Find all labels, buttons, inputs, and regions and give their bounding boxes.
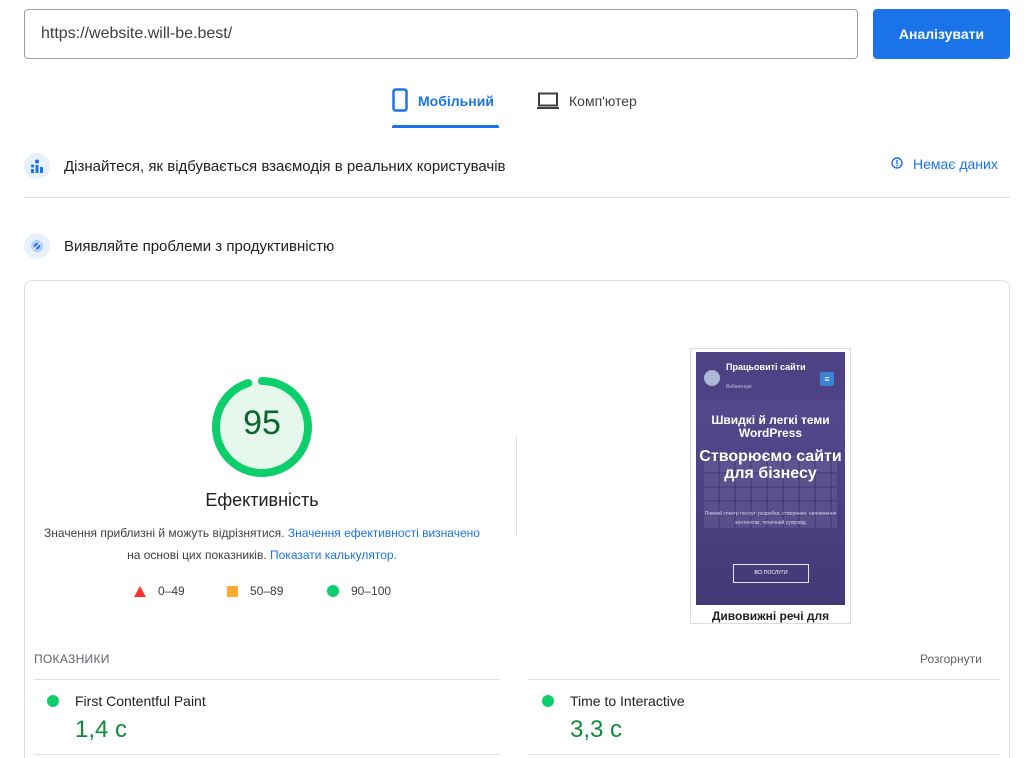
metric-tti-name: Time to Interactive	[570, 693, 685, 709]
tab-mobile-label: Мобільний	[418, 93, 494, 109]
metric-pass-icon	[47, 695, 59, 707]
metric-fcp-value: 1,4 с	[75, 716, 128, 743]
screenshot-bottom-strip: Дивовижні речі для	[696, 605, 845, 623]
orange-square-icon	[227, 585, 238, 597]
metric-fcp-name: First Contentful Paint	[75, 693, 206, 709]
show-calculator-link[interactable]: Показати калькулятор.	[270, 548, 397, 562]
screenshot-brand: Працьовиті сайти	[726, 362, 806, 372]
metric-divider	[34, 754, 500, 755]
site-logo-icon	[704, 370, 720, 386]
red-triangle-icon	[134, 585, 146, 597]
tab-desktop-label: Комп'ютер	[569, 93, 637, 109]
field-data-header: Дізнайтеся, як відбувається взаємодія в …	[24, 153, 506, 179]
screenshot-paragraph: Повний спектр послуг: розробка, створенн…	[704, 511, 837, 526]
legend-fail-range: 0–49	[158, 584, 185, 598]
performance-title: Ефективність	[205, 490, 319, 510]
metric-divider	[528, 679, 1000, 680]
users-chart-icon	[24, 153, 50, 179]
legend-pass: 90–100	[327, 584, 391, 598]
hamburger-menu-icon: ≡	[820, 372, 834, 386]
performance-description: Значення приблизні й можуть відрізнятися…	[24, 522, 500, 566]
score-calculation-link[interactable]: Значення ефективності визначено	[288, 526, 480, 540]
metric-divider	[528, 754, 1000, 755]
screenshot-headline-small: Швидкі й легкі теми WordPress	[711, 413, 830, 440]
field-data-title: Дізнайтеся, як відбувається взаємодія в …	[64, 157, 506, 175]
final-screenshot: Працьовиті сайти Вебагенція ≡ Швидкі й л…	[696, 352, 845, 610]
analyze-button[interactable]: Аналізувати	[873, 9, 1010, 59]
legend-average-range: 50–89	[250, 584, 284, 598]
performance-card	[24, 280, 1010, 758]
url-input[interactable]	[24, 9, 858, 59]
desc-text-2: на основі цих показників.	[127, 548, 267, 562]
metric-divider	[34, 679, 500, 680]
metric-pass-icon	[542, 695, 554, 707]
screenshot-headline-big: Створюємо сайти для бізнесу	[699, 448, 842, 482]
no-data-label: Немає даних	[913, 156, 998, 172]
lab-data-title: Виявляйте проблеми з продуктивністю	[64, 237, 335, 255]
tab-desktop[interactable]: Комп'ютер	[537, 88, 652, 128]
lab-data-header: Виявляйте проблеми з продуктивністю	[24, 233, 334, 259]
expand-metrics-toggle[interactable]: Розгорнути	[920, 652, 982, 666]
screenshot-services-button: ВСІ ПОСЛУГИ	[733, 564, 809, 583]
active-tab-indicator	[392, 125, 499, 128]
lighthouse-icon	[24, 233, 50, 259]
desc-text-1: Значення приблизні й можуть відрізнятися…	[44, 526, 285, 540]
metrics-section-label: ПОКАЗНИКИ	[34, 652, 110, 666]
screenshot-brand-sub: Вебагенція	[726, 384, 752, 390]
no-data-link[interactable]: Немає даних	[891, 156, 998, 172]
card-vertical-divider	[516, 436, 517, 536]
legend-pass-range: 90–100	[351, 584, 392, 598]
mobile-phone-icon	[392, 88, 408, 117]
screenshot-bottom-text: Дивовижні речі для	[711, 609, 830, 623]
desktop-icon	[537, 92, 559, 115]
green-circle-icon	[327, 585, 339, 597]
legend-fail: 0–49	[134, 584, 185, 598]
metric-tti-value: 3,3 с	[570, 716, 623, 743]
performance-score: 95	[243, 404, 281, 442]
legend-average: 50–89	[227, 584, 283, 598]
info-icon	[891, 156, 903, 172]
tab-mobile[interactable]: Мобільний	[392, 88, 499, 128]
section-divider	[24, 197, 1010, 198]
